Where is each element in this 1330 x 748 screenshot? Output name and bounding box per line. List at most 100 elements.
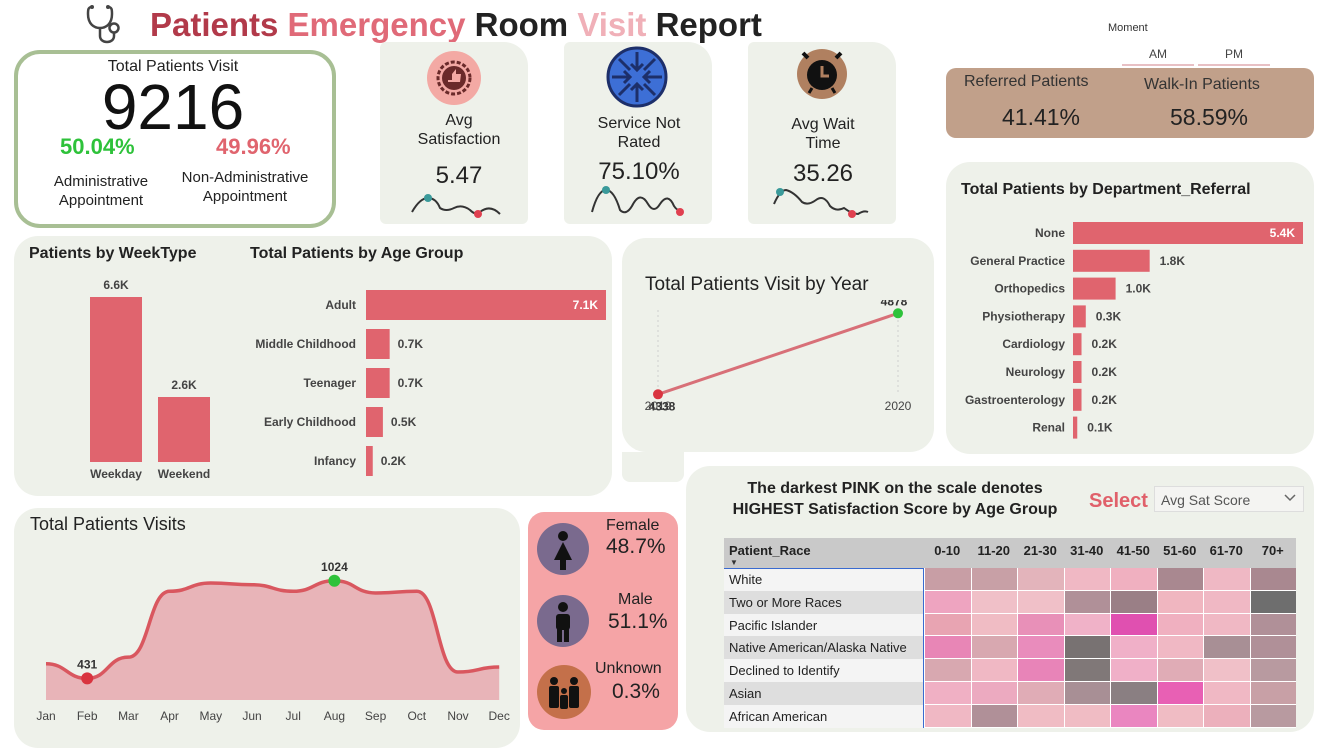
referred-label: Referred Patients	[964, 73, 1089, 90]
heatmap-cell	[1156, 613, 1203, 637]
nonadmin-label-line1: Non-Administrative	[181, 169, 309, 186]
admin-pct: 50.04%	[60, 134, 135, 159]
heatmap-cell	[924, 590, 971, 614]
monthly-tick-label: May	[199, 709, 222, 723]
heatmap-row-label: Two or More Races	[729, 594, 842, 610]
heatmap-cell	[1110, 704, 1157, 728]
admin-label: Administrative Appointment	[36, 172, 166, 210]
heatmap-cell	[1017, 590, 1064, 614]
admin-label-line1: Administrative	[53, 173, 149, 190]
year-chart: 433848782019 2020	[645, 300, 912, 413]
department-category-label: Gastroenterology	[965, 393, 1065, 407]
monthly-tick-label: Sep	[365, 709, 387, 723]
heatmap-cell	[1110, 590, 1157, 614]
heatmap-row-label: Declined to Identify	[729, 663, 840, 679]
heatmap-cell	[1203, 568, 1250, 591]
kpi-wait-card: Avg Wait Time 35.26	[748, 42, 896, 224]
admin-label-line2: Appointment	[58, 192, 144, 209]
department-bar	[1073, 305, 1086, 328]
heatmap-cell	[970, 704, 1017, 728]
heatmap-cell	[1249, 636, 1296, 660]
age-category-label: Infancy	[314, 454, 356, 468]
department-bar	[1073, 249, 1150, 272]
heatmap-cell	[1249, 659, 1296, 682]
year-value-label: 4878	[881, 300, 908, 308]
walkin-value: 58.59%	[1170, 104, 1249, 130]
family-icon	[536, 664, 592, 725]
heatmap-cell	[1017, 613, 1064, 637]
year-point-max	[893, 308, 903, 319]
moment-am-button[interactable]: AM	[1122, 44, 1194, 66]
heatmap-row: African American	[724, 704, 1296, 728]
monthly-tick-label: Aug	[324, 709, 345, 723]
compress-arrows-icon	[606, 46, 668, 113]
referred-value: 41.41%	[1002, 104, 1081, 130]
kpi-wait-sparkline	[773, 188, 869, 218]
heatmap-row: Two or More Races	[724, 590, 1296, 614]
walkin-label: Walk-In Patients	[1144, 76, 1260, 93]
age-bar	[366, 329, 390, 359]
metric-select[interactable]: Avg Sat Score	[1154, 486, 1304, 512]
heatmap-cell	[1249, 568, 1296, 591]
heatmap-cell	[924, 568, 971, 591]
age-group-title: Total Patients by Age Group	[250, 245, 464, 262]
heatmap-cell	[1203, 659, 1250, 682]
heatmap-cell	[1017, 568, 1064, 591]
kpi-not-rated-card: Service Not Rated 75.10%	[564, 42, 712, 224]
department-bar	[1073, 388, 1082, 411]
department-value-label: 0.2K	[1092, 365, 1118, 379]
heatmap-cell	[1063, 659, 1110, 682]
monthly-max-label: 1024	[321, 560, 348, 574]
heatmap-cell	[1203, 704, 1250, 728]
department-category-label: Physiotherapy	[982, 309, 1065, 323]
heatmap-cell	[1017, 659, 1064, 682]
heatmap-column-header[interactable]: 0-10	[924, 543, 971, 558]
heatmap-note: The darkest PINK on the scale denotes HI…	[700, 478, 1090, 520]
title-word-2: Emergency	[287, 6, 466, 43]
heatmap-header-divider	[724, 568, 924, 569]
heatmap-column-header[interactable]: 51-60	[1157, 543, 1204, 558]
heatmap-divider	[923, 568, 924, 728]
heatmap-row-label: Asian	[729, 686, 762, 701]
heatmap-cell	[924, 636, 971, 660]
heatmap-column-header[interactable]: 61-70	[1203, 543, 1250, 558]
year-title: Total Patients Visit by Year	[645, 274, 869, 295]
monthly-chart: 431 1024 Jan Feb Mar Apr May Jun Jul Aug Sep Oct Nov…	[36, 560, 510, 723]
heatmap-row: White	[724, 568, 1296, 591]
sort-desc-icon[interactable]: ▼	[730, 558, 738, 567]
heatmap-column-header[interactable]: 11-20	[971, 543, 1018, 558]
heatmap-cell	[970, 590, 1017, 614]
thumbs-up-badge-icon	[426, 50, 482, 111]
heatmap-column-header[interactable]: 31-40	[1064, 543, 1111, 558]
heatmap-cell	[1063, 568, 1110, 591]
kpi-wait-label2: Time	[805, 135, 841, 152]
department-value-label: 0.1K	[1087, 421, 1113, 435]
age-value-label: 0.2K	[381, 454, 407, 468]
age-category-label: Teenager	[304, 376, 357, 390]
monthly-tick-label: Jan	[36, 709, 55, 723]
heatmap-race-column-header[interactable]: Patient_Race	[729, 543, 811, 558]
heatmap-cell	[970, 659, 1017, 682]
department-category-label: None	[1035, 226, 1065, 240]
heatmap-column-header[interactable]: 70+	[1250, 543, 1297, 558]
title-word-1: Patients	[150, 6, 279, 43]
heatmap-cell	[1156, 590, 1203, 614]
kpi-satisfaction-card: Avg Satisfaction 5.47	[380, 42, 528, 224]
department-bar	[1073, 333, 1082, 356]
heatmap-cell	[1156, 568, 1203, 591]
heatmap-cell	[1203, 682, 1250, 705]
department-value-label: 0.2K	[1092, 393, 1118, 407]
heatmap-cell	[1249, 682, 1296, 705]
heatmap-column-header[interactable]: 21-30	[1017, 543, 1064, 558]
heatmap-cell	[1110, 682, 1157, 705]
department-value-label: 1.0K	[1126, 282, 1152, 296]
male-icon	[536, 594, 590, 653]
department-title: Total Patients by Department_Referral	[961, 181, 1251, 198]
moment-pm-button[interactable]: PM	[1198, 44, 1270, 66]
monthly-point-min	[81, 672, 94, 685]
heatmap-column-header[interactable]: 41-50	[1110, 543, 1157, 558]
heatmap-row: Pacific Islander	[724, 613, 1296, 637]
monthly-point-max	[328, 574, 341, 587]
total-visit-card: Total Patients Visit 9216 50.04% 49.96% …	[14, 50, 336, 228]
age-bar	[366, 290, 606, 320]
